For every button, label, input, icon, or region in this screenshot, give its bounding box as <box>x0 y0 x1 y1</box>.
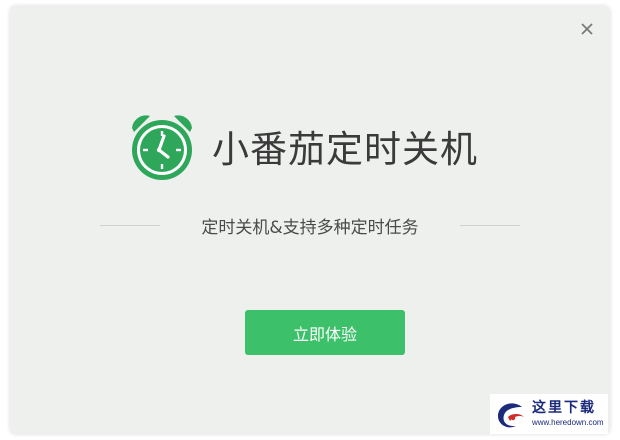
left-divider <box>100 224 160 226</box>
app-window: 小番茄定时关机 定时关机&支持多种定时任务 立即体验 <box>10 6 610 434</box>
close-icon <box>581 23 593 35</box>
close-button[interactable] <box>578 20 596 38</box>
alarm-clock-icon <box>132 115 192 180</box>
app-subtitle: 定时关机&支持多种定时任务 <box>201 217 419 238</box>
try-now-button[interactable]: 立即体验 <box>245 310 405 355</box>
brand-header: 小番茄定时关机 <box>126 110 478 182</box>
app-title: 小番茄定时关机 <box>212 128 478 171</box>
watermark-url: www.heredown.com <box>532 418 604 427</box>
watermark-text: 这里下载 www.heredown.com <box>532 401 604 427</box>
right-divider <box>459 224 520 226</box>
subtitle-row: 定时关机&支持多种定时任务 <box>100 212 520 238</box>
watermark-title: 这里下载 <box>532 400 596 416</box>
watermark: 这里下载 www.heredown.com <box>490 394 608 434</box>
heredown-logo <box>498 403 524 428</box>
